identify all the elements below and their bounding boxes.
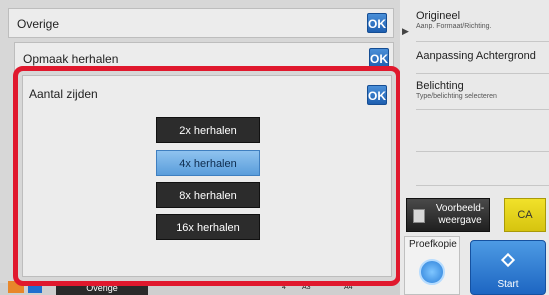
expand-icon[interactable]: ▶ [402, 26, 409, 37]
start-icon [500, 252, 516, 268]
aanpassing-title: Aanpassing Achtergrond [416, 50, 536, 62]
origineel-sub: Aanp. Formaat/Richting. [416, 23, 492, 30]
aantal-zijden-title: Aantal zijden [29, 87, 98, 101]
sidebar-empty-row-1 [416, 110, 549, 152]
proefkopie-label: Proefkopie [409, 239, 457, 250]
aanpassing-achtergrond-menu-item[interactable]: Aanpassing Achtergrond [416, 50, 549, 74]
overige-title: Overige [17, 17, 60, 31]
opmaak-herhalen-ok-button[interactable]: OK [369, 48, 389, 68]
preview-button[interactable]: Voorbeeld- weergave [406, 198, 490, 232]
start-button[interactable]: Start [470, 240, 546, 295]
highlight-frame: Aantal zijden OK 2x herhalen 4x herhalen… [13, 66, 401, 286]
preview-label: Voorbeeld- weergave [435, 203, 485, 226]
origineel-title: Origineel [416, 10, 461, 22]
preview-icon [413, 209, 425, 223]
aantal-zijden-panel: Aantal zijden OK 2x herhalen 4x herhalen… [22, 75, 392, 277]
sidebar-empty-row-2 [416, 152, 549, 186]
option-2x-button[interactable]: 2x herhalen [156, 117, 260, 143]
belichting-sub: Type/belichting selecteren [416, 93, 497, 100]
option-16x-button[interactable]: 16x herhalen [156, 214, 260, 240]
overige-ok-button[interactable]: OK [367, 13, 387, 33]
proefkopie-button[interactable]: Proefkopie [404, 236, 460, 295]
proefkopie-icon [419, 259, 445, 285]
aantal-zijden-ok-button[interactable]: OK [367, 85, 387, 105]
ca-button[interactable]: CA [504, 198, 546, 232]
right-sidebar: ▶ Origineel Aanp. Formaat/Richting. Aanp… [400, 0, 549, 295]
belichting-menu-item[interactable]: Belichting Type/belichting selecteren [416, 80, 549, 110]
belichting-title: Belichting [416, 80, 464, 92]
option-8x-button[interactable]: 8x herhalen [156, 182, 260, 208]
start-label: Start [497, 279, 519, 290]
option-4x-button[interactable]: 4x herhalen [156, 150, 260, 176]
origineel-menu-item[interactable]: Origineel Aanp. Formaat/Richting. [416, 10, 549, 42]
overige-panel: Overige OK [8, 8, 394, 38]
opmaak-herhalen-title: Opmaak herhalen [23, 52, 119, 66]
